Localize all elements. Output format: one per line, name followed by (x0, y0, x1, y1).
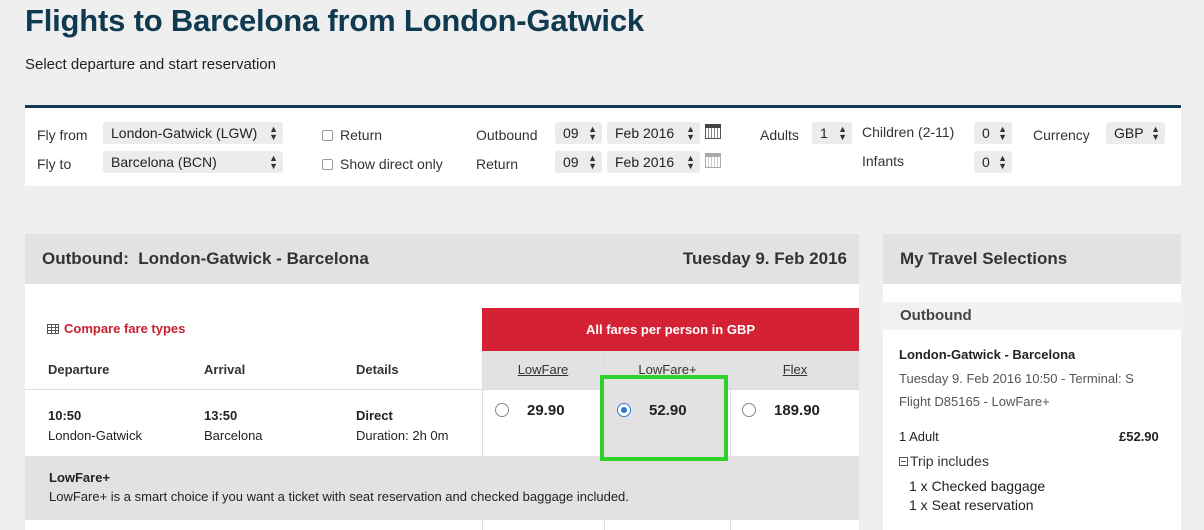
departure-place: London-Gatwick (48, 428, 142, 443)
return-date-label: Return (476, 156, 519, 172)
select-arrows-icon: ▲ ▼ (998, 153, 1007, 171)
select-arrows-icon: ▲ ▼ (686, 124, 695, 142)
fare-info-title: LowFare+ (49, 470, 111, 485)
select-arrows-icon: ▲ ▼ (1151, 124, 1160, 142)
fare-radio-lowfare-plus[interactable] (617, 403, 631, 417)
col-details: Details (356, 362, 399, 377)
return-day-select[interactable]: 09 ▲ ▼ (555, 151, 602, 173)
price-flex: 189.90 (774, 402, 820, 419)
adults-value: 1 (820, 125, 828, 141)
trip-includes-label: Trip includes (910, 453, 989, 469)
fare-head-lowfare[interactable]: LowFare (482, 351, 604, 389)
return-day-value: 09 (563, 154, 579, 170)
collapse-icon (899, 457, 908, 466)
outbound-calendar-icon[interactable] (705, 124, 721, 139)
return-checkbox[interactable] (322, 130, 333, 141)
children-label: Children (2-11) (862, 124, 955, 140)
page-subtitle: Select departure and start reservation (25, 56, 276, 73)
select-arrows-icon: ▲ ▼ (686, 153, 695, 171)
selection-total: £52.90 (1119, 429, 1159, 444)
col-arrival: Arrival (204, 362, 246, 377)
col-divider (604, 520, 605, 530)
row-divider (25, 389, 859, 390)
adults-label: Adults (760, 127, 799, 143)
col-divider (730, 351, 731, 456)
select-arrows-icon: ▲ ▼ (588, 153, 597, 171)
search-panel: Fly from London-Gatwick (LGW) ▲ ▼ Fly to … (25, 105, 1181, 186)
include-item: 1 x Checked baggage (909, 478, 1046, 494)
outbound-header: Outbound: London-Gatwick - Barcelona Tue… (25, 234, 859, 284)
fare-radio-flex[interactable] (742, 403, 756, 417)
table-icon (47, 324, 59, 334)
children-value: 0 (982, 125, 990, 141)
selections-outbound-label: Outbound (883, 302, 1181, 330)
select-arrows-icon: ▲ ▼ (998, 124, 1007, 142)
outbound-date: Tuesday 9. Feb 2016 (682, 249, 847, 268)
outbound-heading: Outbound: London-Gatwick - Barcelona (42, 249, 369, 268)
return-checkbox-label: Return (340, 127, 383, 143)
return-calendar-icon[interactable] (705, 153, 721, 168)
flight-duration: Duration: 2h 0m (356, 428, 449, 443)
fly-from-label: Fly from (37, 127, 88, 143)
outbound-month-select[interactable]: Feb 2016 ▲ ▼ (607, 122, 700, 144)
col-divider (730, 520, 731, 530)
selection-datetime: Tuesday 9. Feb 2016 10:50 - Terminal: S (899, 371, 1134, 386)
price-lowfare-plus: 52.90 (649, 402, 687, 419)
flight-type: Direct (356, 408, 393, 423)
fare-info-box: LowFare+ LowFare+ is a smart choice if y… (25, 456, 859, 520)
adults-select[interactable]: 1 ▲ ▼ (812, 122, 852, 144)
select-arrows-icon: ▲ ▼ (269, 124, 278, 142)
fare-radio-lowfare[interactable] (495, 403, 509, 417)
fares-banner: All fares per person in GBP (482, 308, 859, 351)
infants-select[interactable]: 0 ▲ ▼ (974, 151, 1012, 173)
price-lowfare: 29.90 (527, 402, 565, 419)
return-month-select[interactable]: Feb 2016 ▲ ▼ (607, 151, 700, 173)
departure-time: 10:50 (48, 408, 82, 423)
col-divider (482, 520, 483, 530)
selection-flight: Flight D85165 - LowFare+ (899, 394, 1050, 409)
fare-info-description: LowFare+ is a smart choice if you want a… (49, 489, 629, 504)
return-month-value: Feb 2016 (615, 154, 675, 170)
select-arrows-icon: ▲ ▼ (588, 124, 597, 142)
fly-to-label: Fly to (37, 156, 72, 172)
fare-head-flex[interactable]: Flex (731, 351, 859, 389)
outbound-month-value: Feb 2016 (615, 125, 675, 141)
currency-label: Currency (1033, 127, 1090, 143)
direct-only-label: Show direct only (340, 156, 443, 172)
selection-passengers: 1 Adult (899, 429, 939, 444)
fly-to-select[interactable]: Barcelona (BCN) ▲ ▼ (103, 151, 283, 173)
fly-to-value: Barcelona (BCN) (111, 154, 217, 170)
page-title: Flights to Barcelona from London-Gatwick (25, 3, 644, 38)
arrival-time: 13:50 (204, 408, 238, 423)
col-departure: Departure (48, 362, 110, 377)
direct-only-checkbox[interactable] (322, 159, 333, 170)
travel-selections-panel: My Travel Selections Outbound London-Gat… (883, 234, 1181, 530)
select-arrows-icon: ▲ ▼ (838, 124, 847, 142)
outbound-day-select[interactable]: 09 ▲ ▼ (555, 122, 602, 144)
infants-label: Infants (862, 153, 905, 169)
outbound-panel: Outbound: London-Gatwick - Barcelona Tue… (25, 234, 859, 530)
travel-selections-heading: My Travel Selections (883, 234, 1181, 284)
fly-from-value: London-Gatwick (LGW) (111, 125, 258, 141)
outbound-day-value: 09 (563, 125, 579, 141)
trip-includes-toggle[interactable]: Trip includes (899, 453, 989, 469)
children-select[interactable]: 0 ▲ ▼ (974, 122, 1012, 144)
compare-fare-types-link[interactable]: Compare fare types (47, 321, 185, 336)
fly-from-select[interactable]: London-Gatwick (LGW) ▲ ▼ (103, 122, 283, 144)
col-divider (482, 351, 483, 456)
arrival-place: Barcelona (204, 428, 263, 443)
currency-select[interactable]: GBP ▲ ▼ (1106, 122, 1165, 144)
include-item: 1 x Seat reservation (909, 497, 1034, 513)
select-arrows-icon: ▲ ▼ (269, 153, 278, 171)
outbound-date-label: Outbound (476, 127, 538, 143)
currency-value: GBP (1114, 125, 1144, 141)
selection-route: London-Gatwick - Barcelona (899, 347, 1076, 362)
infants-value: 0 (982, 154, 990, 170)
compare-fare-types-label: Compare fare types (64, 321, 186, 336)
